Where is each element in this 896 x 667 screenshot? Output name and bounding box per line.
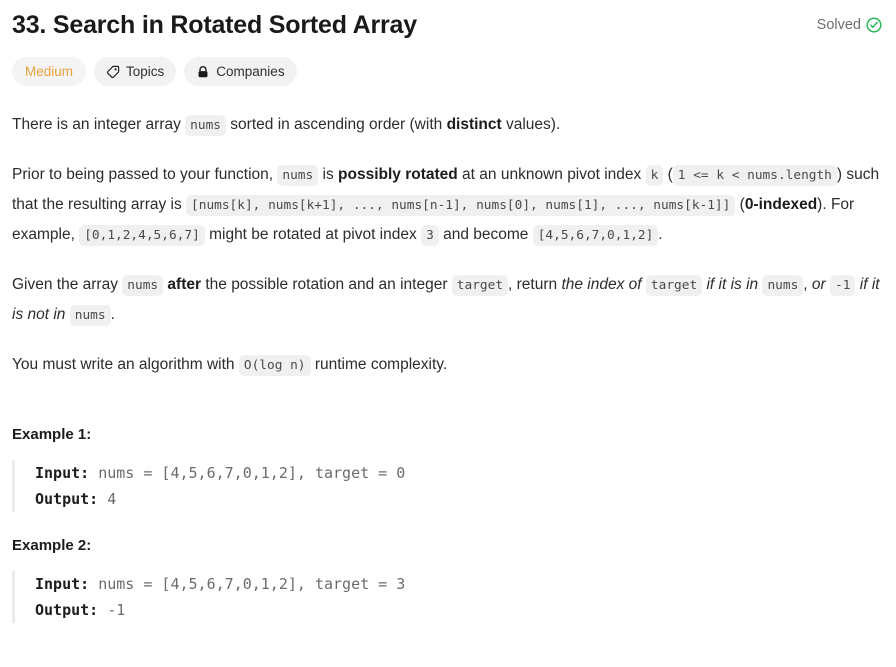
- p1-text-2: sorted in ascending order (with: [226, 116, 447, 133]
- p2-text-8: might be rotated at pivot index: [204, 226, 422, 243]
- topics-label: Topics: [126, 64, 165, 79]
- p3-code-target-2: target: [645, 275, 703, 296]
- description-paragraph-4: You must write an algorithm with O(log n…: [12, 330, 882, 380]
- companies-button[interactable]: Companies: [184, 57, 297, 86]
- p3-code-minus-one: -1: [830, 275, 856, 296]
- p2-text-6: (: [735, 196, 745, 213]
- example-2-input-label: Input:: [35, 575, 90, 593]
- example-2-heading: Example 2:: [12, 537, 92, 554]
- p2-code-pivot-index: 3: [421, 225, 439, 246]
- example-1-heading: Example 1:: [12, 426, 92, 443]
- example-1-input-value: nums = [4,5,6,7,0,1,2], target = 0: [89, 464, 406, 482]
- p1-code-nums: nums: [185, 115, 226, 136]
- example-2-output-value: -1: [98, 601, 126, 619]
- p4-text-2: runtime complexity.: [310, 356, 448, 373]
- problem-header: 33. Search in Rotated Sorted Array Solve…: [0, 0, 896, 41]
- example-block-2: Example 2: Input: nums = [4,5,6,7,0,1,2]…: [12, 512, 882, 623]
- p2-code-k: k: [645, 165, 664, 186]
- p3-text-3: the possible rotation and an integer: [201, 276, 452, 293]
- p2-code-example-array: [0,1,2,4,5,6,7]: [79, 225, 205, 246]
- example-2-output-label: Output:: [35, 601, 99, 619]
- p3-italic-or: or: [811, 276, 826, 293]
- p2-code-k-range: 1 <= k < nums.length: [672, 165, 837, 186]
- description-paragraph-3: Given the array nums after the possible …: [12, 250, 882, 330]
- tag-icon: [106, 65, 120, 79]
- p1-text-3: values).: [501, 116, 561, 133]
- p2-code-rotated-array: [nums[k], nums[k+1], ..., nums[n-1], num…: [186, 195, 736, 216]
- p1-text-1: There is an integer array: [12, 116, 186, 133]
- p1-bold-distinct: distinct: [446, 116, 502, 133]
- p3-text-8: ,: [803, 276, 812, 293]
- lock-icon: [196, 65, 210, 79]
- p3-text-4: , return: [508, 276, 562, 293]
- difficulty-badge-medium[interactable]: Medium: [12, 57, 87, 86]
- p3-italic-if-it-is-in: if it is in: [706, 276, 759, 293]
- solved-label: Solved: [816, 17, 861, 33]
- example-1-output-value: 4: [98, 490, 117, 508]
- difficulty-label: Medium: [25, 64, 74, 79]
- p2-text-1: Prior to being passed to your function,: [12, 166, 278, 183]
- p2-code-nums: nums: [277, 165, 319, 186]
- example-2-input-value: nums = [4,5,6,7,0,1,2], target = 3: [89, 575, 406, 593]
- p3-code-target-1: target: [451, 275, 509, 296]
- check-circle-icon: [866, 17, 882, 33]
- p3-code-nums-1: nums: [122, 275, 164, 296]
- companies-label: Companies: [216, 64, 285, 79]
- p2-text-9: and become: [438, 226, 533, 243]
- p2-text-3: at an unknown pivot index: [457, 166, 646, 183]
- example-block-1: Example 1: Input: nums = [4,5,6,7,0,1,2]…: [12, 380, 882, 512]
- p3-bold-after: after: [167, 276, 202, 293]
- example-2-code: Input: nums = [4,5,6,7,0,1,2], target = …: [12, 571, 882, 623]
- problem-meta-badges: Medium Topics Companies: [0, 41, 896, 86]
- example-1-output-label: Output:: [35, 490, 99, 508]
- p3-text-12: .: [110, 306, 115, 323]
- example-1-code: Input: nums = [4,5,6,7,0,1,2], target = …: [12, 460, 882, 512]
- p2-bold-possibly-rotated: possibly rotated: [338, 166, 458, 183]
- p2-bold-zero-indexed: 0-indexed: [744, 196, 818, 213]
- example-1-input-label: Input:: [35, 464, 90, 482]
- description-paragraph-1: There is an integer array nums sorted in…: [12, 86, 882, 140]
- p2-text-10: .: [658, 226, 663, 243]
- p3-text-1: Given the array: [12, 276, 123, 293]
- problem-description-panel: 33. Search in Rotated Sorted Array Solve…: [0, 0, 896, 667]
- p4-text-1: You must write an algorithm with: [12, 356, 239, 373]
- status-badge-solved: Solved: [817, 9, 882, 35]
- p2-code-result-array: [4,5,6,7,0,1,2]: [532, 225, 659, 246]
- description-paragraph-2: Prior to being passed to your function, …: [12, 140, 882, 250]
- topics-button[interactable]: Topics: [94, 57, 177, 86]
- p2-text-4: (: [663, 166, 673, 183]
- problem-statement: There is an integer array nums sorted in…: [0, 86, 896, 623]
- p4-code-complexity: O(log n): [238, 355, 311, 376]
- p2-text-2: is: [318, 166, 339, 183]
- p3-italic-index-of: the index of: [561, 276, 642, 293]
- p3-code-nums-3: nums: [69, 305, 111, 326]
- page-title: 33. Search in Rotated Sorted Array: [12, 11, 417, 39]
- p3-code-nums-2: nums: [762, 275, 804, 296]
